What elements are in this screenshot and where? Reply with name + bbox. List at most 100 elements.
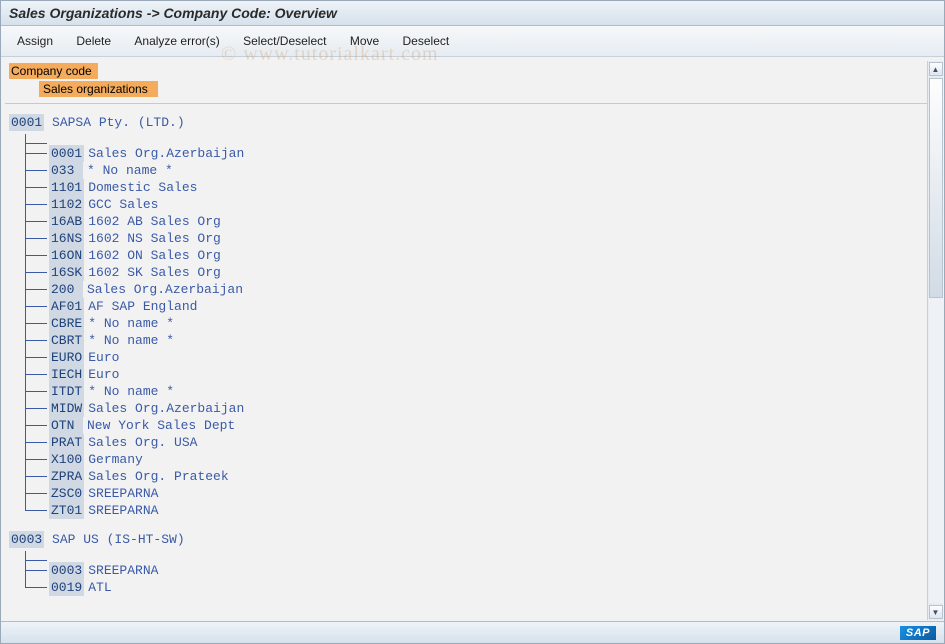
sales-org-name: 1602 ON Sales Org <box>88 247 221 264</box>
sales-org-code: ITDT <box>49 383 84 400</box>
menu-move[interactable]: Move <box>340 32 389 50</box>
tree-connector <box>15 145 49 162</box>
tree-connector <box>15 562 49 579</box>
tree-connector <box>15 332 49 349</box>
sales-org-name: * No name * <box>88 315 174 332</box>
sales-org-name: SREEPARNA <box>88 502 158 519</box>
scroll-up-icon[interactable]: ▲ <box>929 62 943 76</box>
sales-org-name: Sales Org. USA <box>88 434 197 451</box>
sales-org-row[interactable]: 200Sales Org.Azerbaijan <box>15 281 944 298</box>
sales-org-row[interactable]: 033* No name * <box>15 162 944 179</box>
sales-org-row[interactable]: CBRE* No name * <box>15 315 944 332</box>
sales-org-name: Germany <box>88 451 143 468</box>
tree-connector <box>15 579 49 596</box>
sales-org-row[interactable]: ZSC0SREEPARNA <box>15 485 944 502</box>
legend-company-code: Company code <box>9 63 98 79</box>
sales-org-name: SREEPARNA <box>88 562 158 579</box>
sales-org-row[interactable]: EUROEuro <box>15 349 944 366</box>
sales-org-row[interactable]: 16ON1602 ON Sales Org <box>15 247 944 264</box>
sales-org-name: GCC Sales <box>88 196 158 213</box>
sales-org-code: ZSC0 <box>49 485 84 502</box>
sales-org-row[interactable]: 0001Sales Org.Azerbaijan <box>15 145 944 162</box>
company-code: 0003 <box>9 531 44 548</box>
sales-org-code: 16NS <box>49 230 84 247</box>
sales-org-row[interactable]: ITDT* No name * <box>15 383 944 400</box>
sales-org-code: OTN <box>49 417 83 434</box>
tree-connector <box>15 451 49 468</box>
tree-connector <box>15 417 49 434</box>
sales-org-name: Domestic Sales <box>88 179 197 196</box>
sales-org-code: MIDW <box>49 400 84 417</box>
tree-connector <box>15 349 49 366</box>
tree-connector <box>15 162 49 179</box>
tree-connector <box>15 298 49 315</box>
sales-org-row[interactable]: 1101Domestic Sales <box>15 179 944 196</box>
tree-connector <box>15 366 49 383</box>
sales-org-row[interactable]: 1102GCC Sales <box>15 196 944 213</box>
sales-org-row[interactable]: CBRT* No name * <box>15 332 944 349</box>
sales-org-code: 0003 <box>49 562 84 579</box>
tree-connector <box>15 502 49 519</box>
legend-strip: Company code Sales organizations <box>1 57 944 97</box>
sales-org-row[interactable]: 0019ATL <box>15 579 944 596</box>
sales-org-row[interactable]: ZPRASales Org. Prateek <box>15 468 944 485</box>
sales-org-row[interactable]: X100Germany <box>15 451 944 468</box>
sales-org-row[interactable]: MIDWSales Org.Azerbaijan <box>15 400 944 417</box>
tree-connector <box>15 230 49 247</box>
tree-connector <box>15 264 49 281</box>
sales-org-code: 16SK <box>49 264 84 281</box>
tree-canvas: 0001 SAPSA Pty. (LTD.)0001Sales Org.Azer… <box>1 104 944 621</box>
tree-connector <box>15 247 49 264</box>
sales-org-code: 0019 <box>49 579 84 596</box>
tree-connector <box>15 400 49 417</box>
sales-org-name: Sales Org.Azerbaijan <box>87 281 243 298</box>
sales-org-name: 1602 SK Sales Org <box>88 264 221 281</box>
sales-org-row[interactable]: 16AB1602 AB Sales Org <box>15 213 944 230</box>
app-window: Sales Organizations -> Company Code: Ove… <box>0 0 945 644</box>
company-code: 0001 <box>9 114 44 131</box>
sales-org-row[interactable]: OTNNew York Sales Dept <box>15 417 944 434</box>
sales-org-row[interactable]: 16SK1602 SK Sales Org <box>15 264 944 281</box>
menu-bar: Assign Delete Analyze error(s) Select/De… <box>1 26 944 57</box>
sales-org-name: Sales Org.Azerbaijan <box>88 145 244 162</box>
sales-org-name: 1602 NS Sales Org <box>88 230 221 247</box>
scroll-track[interactable] <box>929 78 943 603</box>
sales-org-code: 16ON <box>49 247 84 264</box>
tree-connector <box>15 213 49 230</box>
sales-org-name: 1602 AB Sales Org <box>88 213 221 230</box>
status-bar: SAP <box>1 621 944 643</box>
menu-deselect[interactable]: Deselect <box>393 32 460 50</box>
menu-delete[interactable]: Delete <box>66 32 121 50</box>
tree-connector <box>15 383 49 400</box>
sales-org-code: 200 <box>49 281 83 298</box>
menu-select-deselect[interactable]: Select/Deselect <box>233 32 336 50</box>
menu-assign[interactable]: Assign <box>7 32 63 50</box>
company-code-row[interactable]: 0003 SAP US (IS-HT-SW) <box>9 531 944 548</box>
company-code-name: SAPSA Pty. (LTD.) <box>44 115 184 130</box>
sales-org-code: CBRE <box>49 315 84 332</box>
sales-org-code: PRAT <box>49 434 84 451</box>
sales-org-name: Euro <box>88 366 119 383</box>
tree-connector <box>15 315 49 332</box>
sales-org-code: ZT01 <box>49 502 84 519</box>
sales-org-name: ATL <box>88 579 111 596</box>
scroll-down-icon[interactable]: ▼ <box>929 605 943 619</box>
sales-org-name: Euro <box>88 349 119 366</box>
sales-org-row[interactable]: IECHEuro <box>15 366 944 383</box>
scroll-thumb[interactable] <box>929 78 943 298</box>
sales-org-row[interactable]: 16NS1602 NS Sales Org <box>15 230 944 247</box>
company-code-row[interactable]: 0001 SAPSA Pty. (LTD.) <box>9 114 944 131</box>
sales-org-name: New York Sales Dept <box>87 417 235 434</box>
sales-org-row[interactable]: PRATSales Org. USA <box>15 434 944 451</box>
sales-org-code: CBRT <box>49 332 84 349</box>
legend-sales-organizations: Sales organizations <box>39 81 158 97</box>
sales-org-code: AF01 <box>49 298 84 315</box>
tree-connector <box>15 281 49 298</box>
tree-connector <box>15 135 49 145</box>
vertical-scrollbar[interactable]: ▲ ▼ <box>927 61 943 620</box>
sales-org-row[interactable]: ZT01SREEPARNA <box>15 502 944 519</box>
sales-org-row[interactable]: 0003SREEPARNA <box>15 562 944 579</box>
sales-org-row[interactable]: AF01AF SAP England <box>15 298 944 315</box>
menu-analyze-errors[interactable]: Analyze error(s) <box>124 32 229 50</box>
sales-org-code: 16AB <box>49 213 84 230</box>
